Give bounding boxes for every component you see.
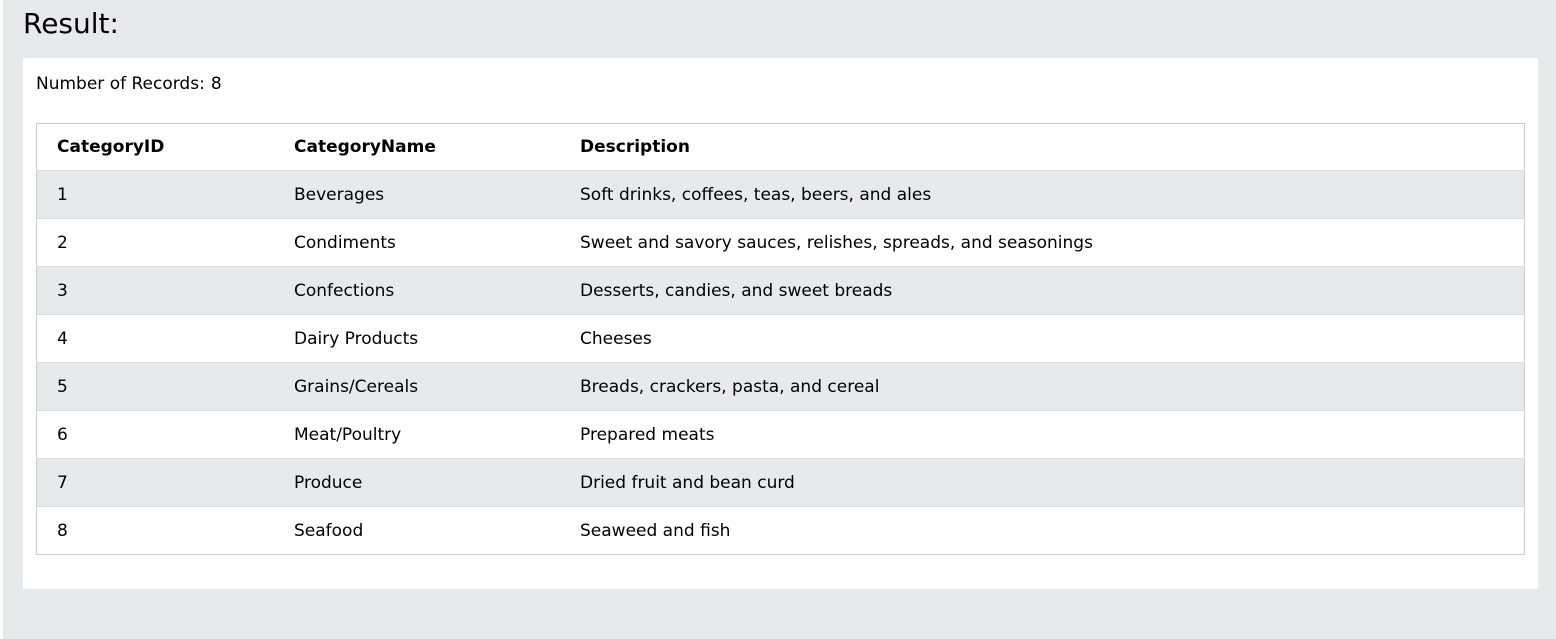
cell-category-name: Confections xyxy=(274,266,560,315)
cell-category-name: Dairy Products xyxy=(274,314,560,363)
cell-description: Prepared meats xyxy=(560,410,1525,459)
cell-description: Dried fruit and bean curd xyxy=(560,458,1525,507)
cell-category-id: 6 xyxy=(36,410,274,459)
table-row: 5 Grains/Cereals Breads, crackers, pasta… xyxy=(36,362,1525,411)
cell-category-name: Condiments xyxy=(274,218,560,267)
column-header-categoryname: CategoryName xyxy=(274,123,560,171)
column-header-categoryid: CategoryID xyxy=(36,123,274,171)
table-row: 4 Dairy Products Cheeses xyxy=(36,314,1525,363)
cell-description: Desserts, candies, and sweet breads xyxy=(560,266,1525,315)
table-row: 7 Produce Dried fruit and bean curd xyxy=(36,458,1525,507)
cell-category-id: 1 xyxy=(36,170,274,219)
table-row: 1 Beverages Soft drinks, coffees, teas, … xyxy=(36,170,1525,219)
cell-category-id: 5 xyxy=(36,362,274,411)
record-count-label: Number of Records: xyxy=(36,74,205,94)
cell-description: Cheeses xyxy=(560,314,1525,363)
cell-category-name: Beverages xyxy=(274,170,560,219)
cell-description: Soft drinks, coffees, teas, beers, and a… xyxy=(560,170,1525,219)
table-row: 8 Seafood Seaweed and fish xyxy=(36,506,1525,555)
table-row: 2 Condiments Sweet and savory sauces, re… xyxy=(36,218,1525,267)
result-title: Result: xyxy=(23,7,119,40)
column-header-description: Description xyxy=(560,123,1525,171)
cell-category-id: 3 xyxy=(36,266,274,315)
cell-category-id: 7 xyxy=(36,458,274,507)
record-count: Number of Records: 8 xyxy=(36,73,222,95)
cell-description: Seaweed and fish xyxy=(580,520,731,541)
cell-category-id: 4 xyxy=(36,314,274,363)
table-row: 3 Confections Desserts, candies, and swe… xyxy=(36,266,1525,315)
result-box: Number of Records: 8 CategoryID CategoryN… xyxy=(23,58,1538,589)
cell-category-id: 8 xyxy=(57,520,68,541)
table-header-row: CategoryID CategoryName Description xyxy=(36,123,1525,171)
cell-category-name: Grains/Cereals xyxy=(274,362,560,411)
result-panel: Result: Number of Records: 8 CategoryID C… xyxy=(3,0,1556,639)
record-count-value: 8 xyxy=(210,74,222,94)
cell-description: Breads, crackers, pasta, and cereal xyxy=(560,362,1525,411)
table-row: 6 Meat/Poultry Prepared meats xyxy=(36,410,1525,459)
cell-category-name: Produce xyxy=(274,458,560,507)
cell-description: Sweet and savory sauces, relishes, sprea… xyxy=(560,218,1525,267)
results-table: CategoryID CategoryName Description 1 Be… xyxy=(36,123,1525,555)
cell-category-name: Meat/Poultry xyxy=(274,410,560,459)
cell-category-name: Seafood xyxy=(294,520,364,541)
cell-category-id: 2 xyxy=(36,218,274,267)
